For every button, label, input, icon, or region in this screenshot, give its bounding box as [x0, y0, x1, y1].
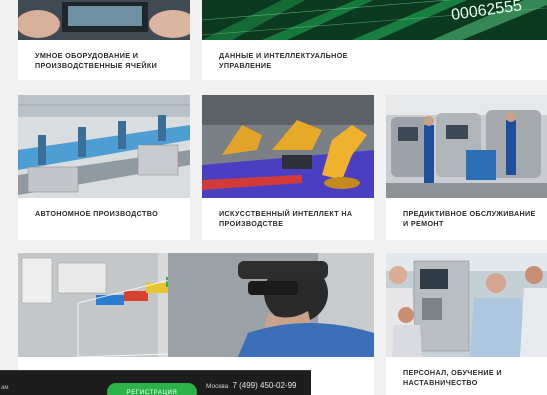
card-smart-equipment[interactable]: Умное оборудование и производственные яч…	[18, 0, 190, 80]
card-title: Предиктивное обслуживание и ремонт	[403, 209, 536, 228]
phone-number: 7 (499) 450-02-99	[232, 381, 297, 390]
card-title: Персонал, обучение и наставничество	[403, 368, 502, 387]
card-staff-training[interactable]: Персонал, обучение и наставничество	[386, 253, 547, 395]
card-autonomous-production[interactable]: Автономное производство	[18, 95, 190, 240]
staff-training-image	[386, 253, 547, 357]
card-title: Данные и интеллектуальное управление	[219, 51, 348, 70]
contact-city: Москва	[206, 383, 229, 390]
brand-fragment: ам	[1, 385, 9, 391]
card-title: Умное оборудование и производственные яч…	[35, 51, 158, 70]
register-button[interactable]: Регистрация	[107, 383, 197, 395]
card-predictive-maintenance[interactable]: Предиктивное обслуживание и ремонт	[386, 95, 547, 240]
card-title: Искусственный интеллект на производстве	[219, 209, 353, 228]
data-management-image: 00062555	[202, 0, 547, 40]
smart-equipment-image	[18, 0, 190, 40]
card-title: Автономное производство	[35, 209, 159, 218]
vr-training-image	[18, 253, 374, 357]
ai-production-image	[202, 95, 374, 198]
predictive-maintenance-image	[386, 95, 547, 198]
card-data-management[interactable]: 00062555 Данные и интеллектуальное управ…	[202, 0, 547, 80]
autonomous-production-image	[18, 95, 190, 198]
contact-phone[interactable]: Москва 7 (499) 450-02-99	[206, 381, 296, 390]
bottom-contact-bar: ам Регистрация Москва 7 (499) 450-02-99	[0, 370, 311, 395]
card-ai-production[interactable]: Искусственный интеллект на производстве	[202, 95, 374, 240]
